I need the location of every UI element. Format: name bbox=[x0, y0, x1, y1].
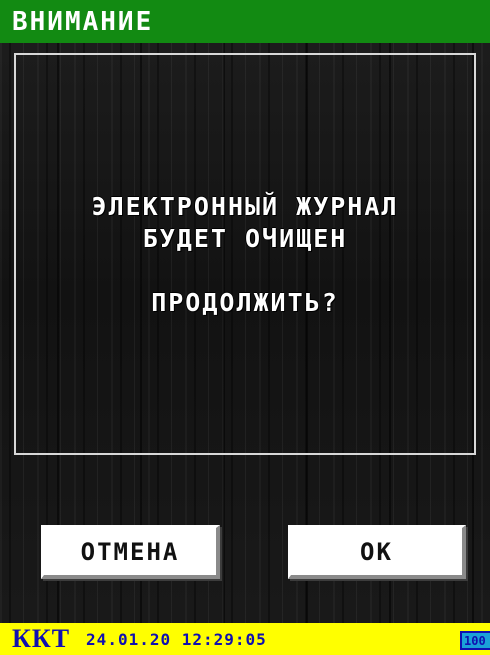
battery-level: 100 bbox=[464, 633, 486, 648]
status-datetime: 24.01.20 12:29:05 bbox=[86, 629, 267, 649]
confirm-question: ПРОДОЛЖИТЬ? bbox=[151, 288, 339, 317]
dialog-title: ВНИМАНИЕ bbox=[12, 6, 154, 37]
ok-button-label: ОК bbox=[360, 537, 393, 566]
message-panel: ЭЛЕКТРОННЫЙ ЖУРНАЛ БУДЕТ ОЧИЩЕН ПРОДОЛЖИ… bbox=[14, 53, 476, 455]
title-bar: ВНИМАНИЕ bbox=[0, 0, 490, 43]
status-bar: ККТ 24.01.20 12:29:05 100 bbox=[0, 623, 490, 655]
cancel-button-label: ОТМЕНА bbox=[80, 537, 180, 566]
message-line-2: БУДЕТ ОЧИЩЕН bbox=[142, 224, 348, 253]
cancel-button[interactable]: ОТМЕНА bbox=[41, 525, 220, 579]
message-line-1: ЭЛЕКТРОННЫЙ ЖУРНАЛ bbox=[91, 192, 399, 221]
kkt-screen: ВНИМАНИЕ ЭЛЕКТРОННЫЙ ЖУРНАЛ БУДЕТ ОЧИЩЕН… bbox=[0, 0, 490, 655]
battery-icon: 100 bbox=[460, 631, 490, 650]
ok-button[interactable]: ОК bbox=[288, 525, 466, 579]
device-label: ККТ bbox=[12, 624, 71, 653]
